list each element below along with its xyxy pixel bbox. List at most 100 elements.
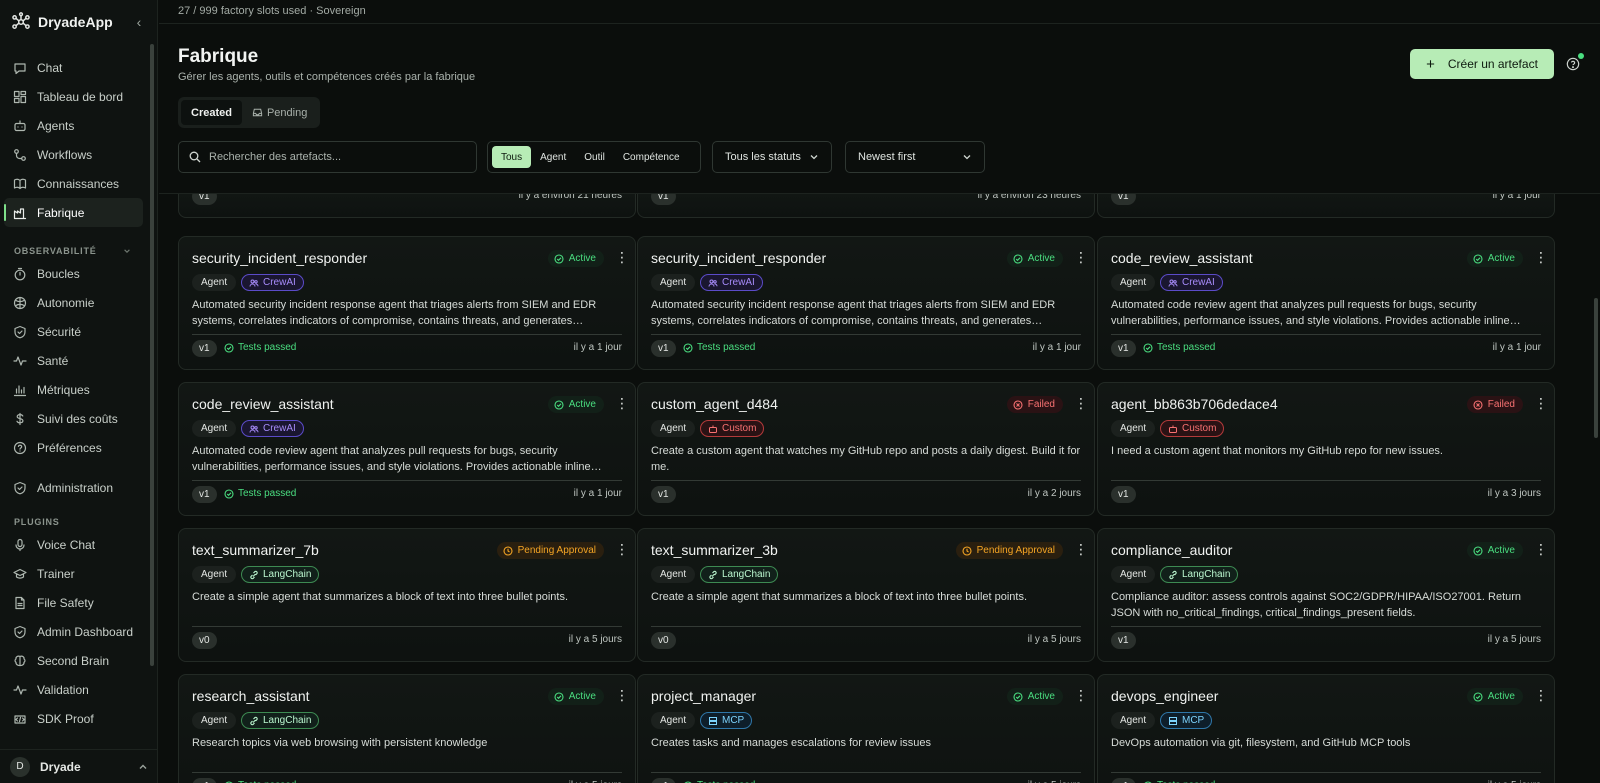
sidebar-item-trainer[interactable]: Trainer <box>4 559 143 588</box>
updated-time: il y a environ 21 heures <box>518 194 622 201</box>
more-options-button[interactable]: ⋮ <box>615 250 629 266</box>
sidebar-item-fabrique[interactable]: Fabrique <box>4 198 143 227</box>
sort-select[interactable]: Newest first <box>845 141 985 173</box>
more-options-button[interactable]: ⋮ <box>1534 542 1548 558</box>
users-icon <box>249 279 259 287</box>
artifact-card[interactable]: v1 il y a 1 jour <box>1097 194 1555 218</box>
artifact-description: Creates tasks and manages escalations fo… <box>651 737 932 749</box>
dryade-logo-icon <box>12 12 30 29</box>
framework-label: CrewAI <box>263 277 296 288</box>
filter-agent[interactable]: Agent <box>531 146 575 168</box>
artifact-name: compliance_auditor <box>1111 542 1233 558</box>
sidebar-item-validation[interactable]: Validation <box>4 675 143 704</box>
artifact-card[interactable]: text_summarizer_7b Pending Approval ⋮ Agent… <box>178 528 636 662</box>
artifact-card[interactable]: code_review_assistant Active ⋮ Agent CrewAI A… <box>178 382 636 516</box>
updated-time: il y a 3 jours <box>1487 488 1541 499</box>
dollar-icon-wrap <box>13 412 27 426</box>
more-options-button[interactable]: ⋮ <box>615 688 629 704</box>
sidebar-item-connaissances[interactable]: Connaissances <box>4 169 143 198</box>
sidebar-item-tableau-de-bord[interactable]: Tableau de bord <box>4 82 143 111</box>
status-badge: Pending Approval <box>955 542 1063 559</box>
sidebar-item-suivi-des-coûts[interactable]: Suivi des coûts <box>4 404 143 433</box>
check-circle-icon <box>554 253 564 264</box>
sidebar-item-chat[interactable]: Chat <box>4 53 143 82</box>
collapse-sidebar-button[interactable]: ‹ <box>131 14 147 30</box>
artifact-card[interactable]: v1 il y a environ 23 heures <box>637 194 1095 218</box>
more-options-button[interactable]: ⋮ <box>1074 688 1088 704</box>
artifact-card[interactable]: research_assistant Active ⋮ Agent LangChain R… <box>178 674 636 783</box>
artifact-card[interactable]: project_manager Active ⋮ Agent MCP Creates ta… <box>637 674 1095 783</box>
artifact-card[interactable]: custom_agent_d484 Failed ⋮ Agent Custom Creat… <box>637 382 1095 516</box>
tab-created[interactable]: Created <box>181 100 242 125</box>
sidebar-item-préférences[interactable]: Préférences <box>4 433 143 462</box>
status-select[interactable]: Tous les statuts <box>712 141 832 173</box>
link-icon <box>709 570 717 579</box>
sidebar-item-second-brain[interactable]: Second Brain <box>4 646 143 675</box>
artifact-card[interactable]: security_incident_responder Active ⋮ Agent C… <box>178 236 636 370</box>
sidebar-scrollbar[interactable] <box>150 44 154 666</box>
link-icon <box>250 716 258 725</box>
tests-status: Tests passed <box>224 342 296 353</box>
section-plugins[interactable]: PLUGINS <box>0 514 157 530</box>
main-scrollbar[interactable] <box>1594 298 1598 438</box>
search-input[interactable]: Rechercher des artefacts... <box>178 141 477 173</box>
server-icon <box>1169 716 1177 725</box>
more-options-button[interactable]: ⋮ <box>1074 396 1088 412</box>
artifact-card[interactable]: agent_bb863b706dedace4 Failed ⋮ Agent Custom… <box>1097 382 1555 516</box>
divider <box>651 480 1081 481</box>
tab-pending[interactable]: Pending <box>242 100 317 125</box>
sidebar-item-voice-chat[interactable]: Voice Chat <box>4 530 143 559</box>
filter-all[interactable]: Tous <box>492 146 532 168</box>
user-menu[interactable]: D Dryade <box>0 749 158 783</box>
sidebar-item-file-safety[interactable]: File Safety <box>4 588 143 617</box>
version-badge: v1 <box>192 194 217 205</box>
artifact-card[interactable]: code_review_assistant Active ⋮ Agent CrewAI A… <box>1097 236 1555 370</box>
artifact-card[interactable]: compliance_auditor Active ⋮ Agent LangChain C… <box>1097 528 1555 662</box>
more-options-button[interactable]: ⋮ <box>1534 688 1548 704</box>
artifact-card[interactable]: v1 il y a environ 21 heures <box>178 194 636 218</box>
sidebar-item-workflows[interactable]: Workflows <box>4 140 143 169</box>
sidebar-item-admin-dashboard[interactable]: Admin Dashboard <box>4 617 143 646</box>
artifact-description: Create a custom agent that watches my Gi… <box>651 445 1081 473</box>
sort-select-value: Newest first <box>858 151 916 163</box>
more-options-button[interactable]: ⋮ <box>1534 250 1548 266</box>
status-badge: Active <box>1466 542 1523 559</box>
sidebar-item-métriques[interactable]: Métriques <box>4 375 143 404</box>
divider <box>192 772 622 773</box>
divider <box>192 480 622 481</box>
artifact-card[interactable]: text_summarizer_3b Pending Approval ⋮ Agent… <box>637 528 1095 662</box>
artifact-card[interactable]: security_incident_responder Active ⋮ Agent C… <box>637 236 1095 370</box>
sidebar-item-agents[interactable]: Agents <box>4 111 143 140</box>
chevron-down-icon <box>810 155 818 160</box>
more-options-button[interactable]: ⋮ <box>615 396 629 412</box>
sidebar-item-administration[interactable]: Administration <box>4 473 143 502</box>
shield-icon <box>14 625 26 638</box>
framework-badge: LangChain <box>241 566 320 583</box>
updated-time: il y a 2 jours <box>1027 488 1081 499</box>
framework-label: Custom <box>722 423 757 434</box>
section-observability[interactable]: OBSERVABILITÉ <box>0 243 157 259</box>
sidebar-item-sdk-proof[interactable]: SDK Proof <box>4 704 143 733</box>
type-badge: Agent <box>192 712 237 729</box>
inbox-icon <box>252 108 263 117</box>
sidebar-item-autonomie[interactable]: Autonomie <box>4 288 143 317</box>
more-options-button[interactable]: ⋮ <box>1074 542 1088 558</box>
tests-label: Tests passed <box>238 488 297 499</box>
create-artifact-button[interactable]: + Créer un artefact <box>1410 49 1554 79</box>
tests-status: Tests passed <box>683 342 755 353</box>
sidebar-item-boucles[interactable]: Boucles <box>4 259 143 288</box>
artifact-card[interactable]: devops_engineer Active ⋮ Agent MCP DevOps aut… <box>1097 674 1555 783</box>
filter-skill[interactable]: Compétence <box>614 146 689 168</box>
more-options-button[interactable]: ⋮ <box>1534 396 1548 412</box>
sidebar-item-sécurité[interactable]: Sécurité <box>4 317 143 346</box>
more-options-button[interactable]: ⋮ <box>615 542 629 558</box>
filter-tool[interactable]: Outil <box>575 146 614 168</box>
more-options-button[interactable]: ⋮ <box>1074 250 1088 266</box>
framework-badge: MCP <box>700 712 753 729</box>
sidebar-item-santé[interactable]: Santé <box>4 346 143 375</box>
help-icon[interactable] <box>1566 57 1580 71</box>
code-icon <box>14 714 26 724</box>
status-label: Active <box>568 399 596 410</box>
framework-badge: MCP <box>1160 712 1213 729</box>
framework-label: MCP <box>1182 715 1205 726</box>
